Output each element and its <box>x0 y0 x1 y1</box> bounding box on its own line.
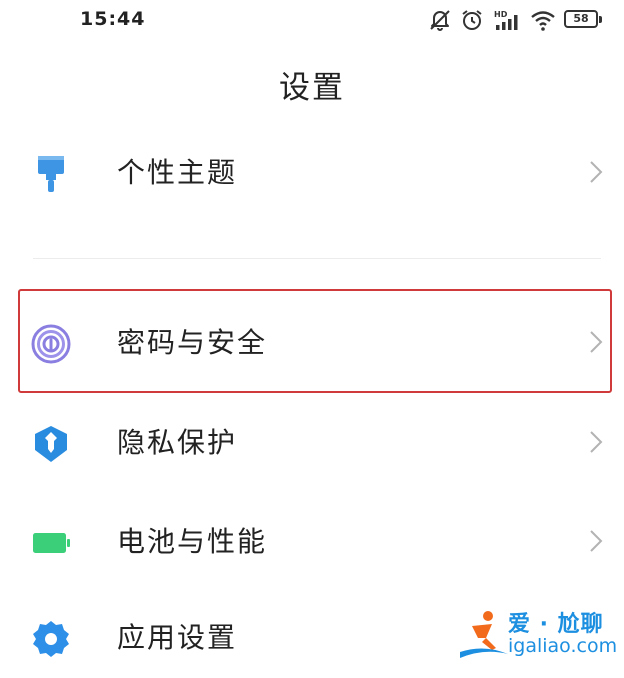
settings-item-label: 应用设置 <box>117 621 238 654</box>
chevron-right-icon <box>590 331 603 353</box>
settings-item-label: 隐私保护 <box>117 426 238 459</box>
watermark: 爱 · 尬聊 igaliao.com <box>458 604 618 664</box>
fingerprint-icon <box>30 323 72 365</box>
settings-item-label: 个性主题 <box>117 156 238 189</box>
watermark-title: 爱 · 尬聊 <box>508 612 604 637</box>
section-divider <box>33 258 601 259</box>
settings-item-privacy[interactable]: 隐私保护 <box>0 403 624 483</box>
privacy-shield-icon <box>30 423 72 465</box>
runner-logo-icon <box>460 611 508 658</box>
chevron-right-icon <box>590 530 603 552</box>
settings-item-label: 电池与性能 <box>117 525 268 558</box>
settings-item-battery-performance[interactable]: 电池与性能 <box>0 502 624 582</box>
battery-indicator: 58 <box>564 10 604 30</box>
theme-brush-icon <box>30 153 72 195</box>
status-bar: 15:44 HD 58 <box>0 0 624 40</box>
alarm-icon <box>462 10 482 30</box>
wifi-icon <box>531 11 555 31</box>
status-icons: HD 58 <box>428 6 604 34</box>
mute-icon <box>430 10 450 31</box>
status-time: 15:44 <box>80 8 146 30</box>
settings-item-theme[interactable]: 个性主题 <box>0 133 624 213</box>
watermark-domain: igaliao.com <box>508 635 618 657</box>
settings-item-password-security[interactable]: 密码与安全 <box>0 303 624 383</box>
settings-item-label: 密码与安全 <box>117 326 268 359</box>
hd-label: HD <box>494 10 508 19</box>
chevron-right-icon <box>590 431 603 453</box>
chevron-right-icon <box>590 161 603 183</box>
hd-signal-icon: HD <box>494 10 518 30</box>
gear-icon <box>30 618 72 660</box>
page-title: 设置 <box>279 70 345 106</box>
battery-level: 58 <box>573 12 589 25</box>
battery-icon <box>30 522 72 564</box>
